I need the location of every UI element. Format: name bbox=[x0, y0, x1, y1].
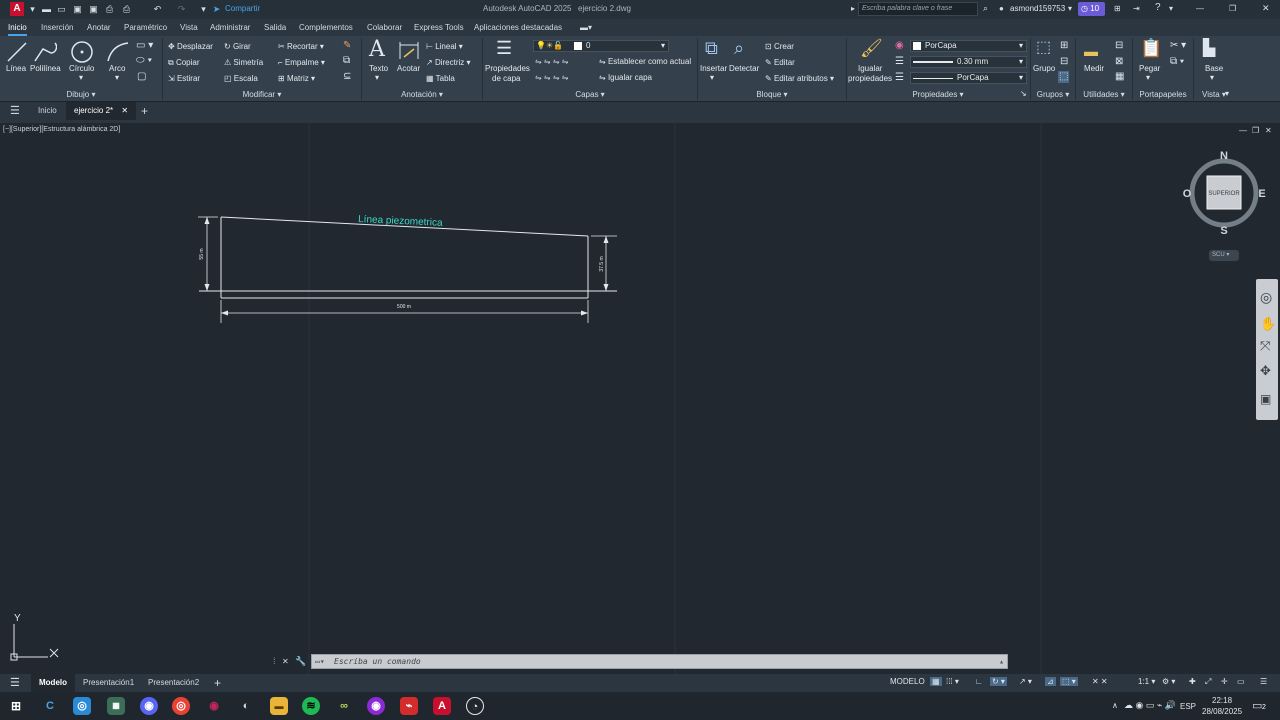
piezometric-label[interactable]: Línea piezometrica bbox=[358, 214, 443, 229]
ucs-axis-x-icon bbox=[49, 648, 59, 658]
navigation-bar: ◎ ✋ ⤧ ✥ ▣ bbox=[1256, 279, 1278, 420]
full-navigation-wheel-icon[interactable]: ◎ bbox=[1260, 289, 1272, 306]
viewcube-face-label: SUPERIOR bbox=[1208, 191, 1240, 197]
osnap-3d-icon[interactable]: ⬚ ▾ bbox=[1060, 677, 1078, 686]
polar-toggle-icon[interactable]: ↻ ▾ bbox=[990, 677, 1007, 686]
ucs-menu-button[interactable]: SCU ▾ bbox=[1209, 250, 1239, 261]
app-icon-6[interactable]: ◉ bbox=[205, 697, 223, 715]
layout-tab-model[interactable]: Modelo bbox=[31, 674, 75, 692]
isolate-objects-icon[interactable]: ✛ bbox=[1221, 677, 1228, 686]
layout-tab-presentacion2[interactable]: Presentación2 bbox=[148, 674, 199, 692]
dim-left-arrow-bottom bbox=[204, 284, 210, 291]
cortana-icon[interactable]: C bbox=[41, 697, 59, 715]
tray-chevron-icon[interactable]: ∧ bbox=[1112, 701, 1118, 710]
clock-date[interactable]: 28/08/2025 bbox=[1202, 707, 1242, 716]
dim-bottom-arrow-left bbox=[221, 310, 228, 316]
command-customize-icon[interactable]: 🔧 bbox=[295, 656, 306, 667]
chrome-icon[interactable]: ◎ bbox=[172, 697, 190, 715]
viewcube[interactable]: SUPERIOR N S E O bbox=[1180, 148, 1270, 238]
dim-left-arrow-top bbox=[204, 217, 210, 224]
workspace-gear-icon[interactable]: ⚙ ▾ bbox=[1162, 677, 1175, 686]
annotation-scale-button[interactable]: 1:1 ▾ bbox=[1138, 677, 1155, 686]
showmotion-icon[interactable]: ▣ bbox=[1260, 392, 1271, 406]
command-history-icon[interactable]: ▭▾ bbox=[315, 655, 325, 668]
language-indicator[interactable]: ESP bbox=[1180, 702, 1196, 711]
annotation-monitor-icon[interactable]: ⤢ bbox=[1205, 677, 1211, 687]
command-close-icon[interactable]: ✕ bbox=[282, 657, 289, 666]
dim-left-text[interactable]: 55 m bbox=[199, 248, 205, 259]
command-input[interactable]: ▭▾ Escriba un comando ▴ bbox=[311, 654, 1008, 669]
acrobat-icon[interactable]: ⌁ bbox=[400, 697, 418, 715]
status-plus-icon[interactable]: ✚ bbox=[1189, 677, 1196, 686]
browser-app-icon[interactable]: ◎ bbox=[73, 697, 91, 715]
compass-n[interactable]: N bbox=[1220, 150, 1228, 162]
dim-right-arrow-top bbox=[603, 236, 609, 243]
ortho-toggle-icon[interactable]: ∟ bbox=[975, 677, 983, 686]
dim-right-text[interactable]: 37.5 m bbox=[599, 256, 605, 271]
autocad-taskbar-icon[interactable]: A bbox=[433, 697, 451, 715]
compass-s[interactable]: S bbox=[1220, 225, 1227, 237]
orbit-icon[interactable]: ✥ bbox=[1260, 363, 1271, 379]
notification-center-icon[interactable]: ▭ bbox=[1252, 699, 1262, 712]
drawing-geometry[interactable]: Línea piezometrica 55 m 37.5 m 500 m bbox=[0, 0, 1280, 720]
windows-taskbar: ⊞ C ◎ ▦ ◉ ◎ ◉ ◐ ▬ ≋ ∞ ◉ ⌁ A ◔ ∧ ☁ ◉ ▭ ⌁ … bbox=[0, 692, 1280, 720]
zoom-extents-icon[interactable]: ⤧ bbox=[1260, 338, 1270, 354]
app-icon-11[interactable]: ◉ bbox=[367, 697, 385, 715]
layout-tabs: ☰ Modelo Presentación1 Presentación2 + bbox=[0, 674, 1280, 692]
pan-icon[interactable]: ✋ bbox=[1260, 316, 1276, 332]
dim-bottom-arrow-right bbox=[581, 310, 588, 316]
spotify-icon[interactable]: ≋ bbox=[302, 697, 320, 715]
customize-status-icon[interactable]: ☰ bbox=[1260, 677, 1267, 686]
app-icon-10[interactable]: ∞ bbox=[335, 697, 353, 715]
ucs-label: SCU bbox=[1212, 252, 1225, 258]
layout-menu-icon[interactable]: ☰ bbox=[10, 674, 20, 692]
command-placeholder: Escriba un comando bbox=[334, 657, 421, 666]
isodraft-icon[interactable]: ↗ ▾ bbox=[1019, 677, 1032, 686]
add-layout-icon[interactable]: + bbox=[214, 674, 221, 692]
layout-tab-presentacion1[interactable]: Presentación1 bbox=[83, 674, 134, 692]
ucs-icon: Y bbox=[10, 613, 59, 661]
compass-o[interactable]: O bbox=[1183, 188, 1192, 200]
dim-right-arrow-bottom bbox=[603, 284, 609, 291]
annotation-visibility-icon[interactable]: ✕ ✕ bbox=[1092, 677, 1108, 686]
file-explorer-icon[interactable]: ▬ bbox=[270, 697, 288, 715]
annotation-scale-value: 1:1 bbox=[1138, 677, 1150, 686]
app-icon-14[interactable]: ◔ bbox=[466, 697, 484, 715]
grid-toggle-icon[interactable]: ▦ bbox=[930, 677, 942, 686]
clean-screen-icon[interactable]: ▭ bbox=[1237, 677, 1245, 686]
dim-bottom-text[interactable]: 500 m bbox=[397, 304, 411, 310]
steam-icon[interactable]: ◐ bbox=[237, 697, 255, 715]
compass-e[interactable]: E bbox=[1258, 188, 1265, 200]
discord-icon[interactable]: ◉ bbox=[140, 697, 158, 715]
model-space-button[interactable]: MODELO bbox=[890, 677, 925, 686]
osnap-toggle-icon[interactable]: ⊿ bbox=[1045, 677, 1056, 686]
command-expand-icon[interactable]: ▴ bbox=[999, 655, 1004, 668]
clock-time[interactable]: 22:18 bbox=[1212, 696, 1232, 705]
app-icon-3[interactable]: ▦ bbox=[107, 697, 125, 715]
notification-count: 2 bbox=[1262, 704, 1266, 711]
command-grip-icon[interactable]: ⁞ bbox=[273, 656, 276, 666]
windows-start-icon[interactable]: ⊞ bbox=[7, 697, 25, 715]
snap-toggle-icon[interactable]: ⁞⁞⁞ ▾ bbox=[946, 677, 959, 686]
ucs-axis-y: Y bbox=[14, 613, 21, 624]
tray-icons[interactable]: ☁ ◉ ▭ ⌁ 🔊 bbox=[1124, 700, 1176, 711]
